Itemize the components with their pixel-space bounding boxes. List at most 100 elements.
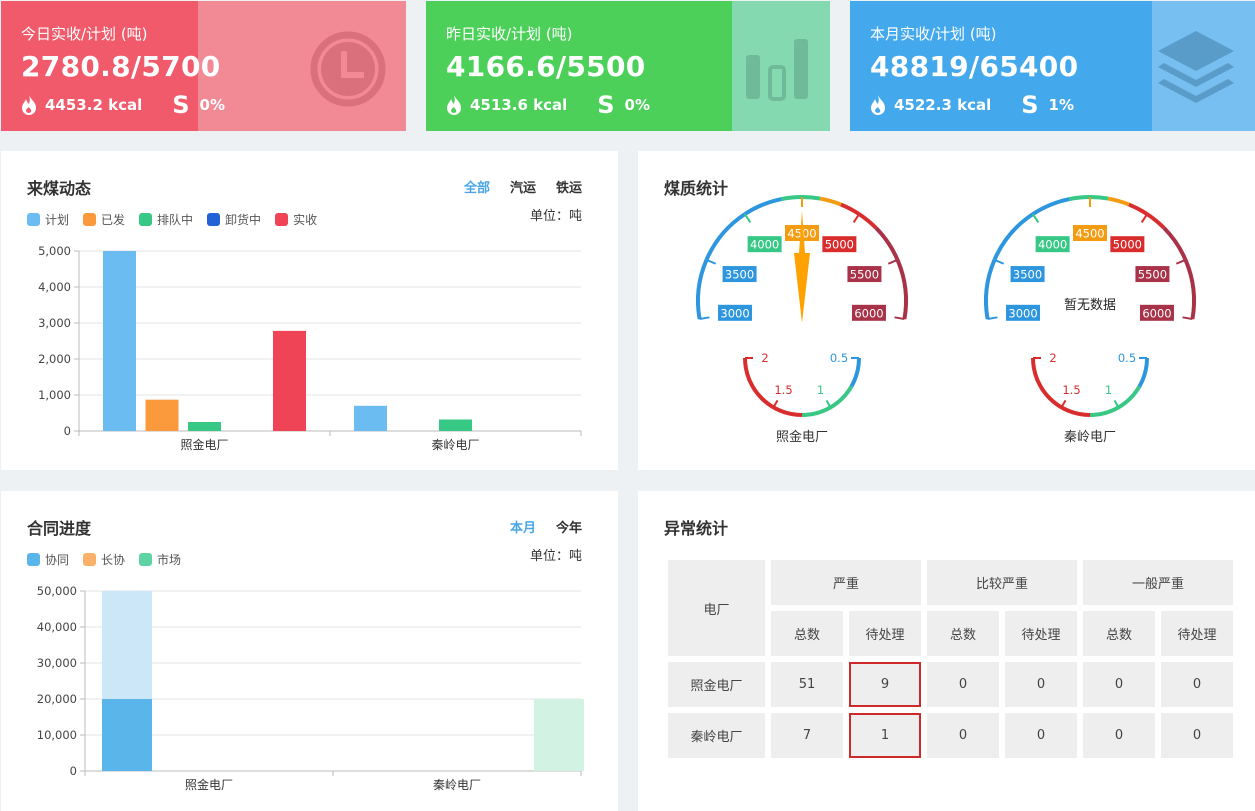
cell-fairly-pending: 0: [1005, 713, 1077, 758]
gauge-tick: [706, 258, 717, 265]
stat-caption: 今日实收/计划 (吨): [21, 25, 148, 43]
flame-icon: [22, 95, 36, 115]
cell-severe-total: 51: [771, 662, 843, 707]
gauge-arc: [840, 202, 861, 216]
bar[interactable]: [103, 251, 136, 431]
stat-card-overlay: [732, 1, 830, 131]
bar[interactable]: [188, 422, 221, 431]
coal-dynamic-chart: 0 1,000 2,000 3,000 4,000 5,000 照金电厂 秦岭电厂: [38, 244, 582, 452]
y-tick-label: 30,000: [37, 656, 77, 670]
gauge-arc: [1128, 202, 1149, 216]
x-tick-label: 照金电厂: [180, 437, 228, 452]
stat-s-label: S: [597, 91, 615, 119]
gauge-arc: [1107, 196, 1130, 207]
gauge-arc: [1146, 212, 1166, 230]
stat-kcal: 4522.3 kcal: [894, 96, 992, 114]
header-pending: 待处理: [1005, 611, 1077, 656]
y-tick-label: 40,000: [37, 620, 77, 634]
flame-icon: [447, 95, 461, 115]
header-pending: 待处理: [849, 611, 921, 656]
y-tick-label: 1,000: [38, 388, 71, 402]
row-plant: 照金电厂: [668, 662, 765, 707]
gauge-no-data: 暂无数据: [1064, 298, 1116, 313]
clock-icon: [310, 31, 386, 107]
gauge-name: 秦岭电厂: [1064, 430, 1116, 445]
gauge-tick-label: 3000: [720, 306, 749, 320]
coal-dynamic-panel: 来煤动态 全部 汽运 铁运 单位：吨 计划 已发 排队中 卸货中 实收 0 1,000 2,…: [1, 151, 618, 470]
header-group-fairly-severe: 比较严重: [927, 560, 1077, 605]
gauge-tick-label: 5500: [1138, 268, 1167, 282]
stat-pct: 1%: [1048, 96, 1075, 114]
table-row: 照金电厂 51 9 0 0 0 0: [668, 662, 1233, 707]
table-row: 秦岭电厂 7 1 0 0 0 0: [668, 713, 1233, 758]
y-tick-label: 4,000: [38, 280, 71, 294]
gauge-arc: [704, 212, 746, 261]
cell-fairly-total: 0: [927, 713, 999, 758]
gauge-tick-label: 3500: [725, 268, 754, 282]
gauge-tick: [1140, 213, 1148, 224]
gauge-tick-label: 4000: [1038, 238, 1067, 252]
bar[interactable]: [354, 405, 387, 431]
gauge-tick-label: 5000: [1113, 238, 1142, 252]
stat-pct: 0%: [199, 96, 226, 114]
stat-kcal: 4513.6 kcal: [470, 96, 568, 114]
gauge-tick-label: 0.5: [1118, 351, 1136, 365]
coal-quality-panel: 煤质统计 300035004000450050005500600021.510.…: [638, 151, 1255, 470]
stat-value: 4166.6/5500: [446, 50, 646, 83]
header-total: 总数: [1083, 611, 1155, 656]
x-tick-label: 秦岭电厂: [433, 778, 481, 792]
gauge-tick-label: 3500: [1013, 268, 1042, 282]
x-tick-label: 照金电厂: [185, 777, 233, 792]
cell-severe-pending[interactable]: 9: [849, 662, 921, 707]
cell-fairly-total: 0: [927, 662, 999, 707]
stat-kcal: 4453.2 kcal: [45, 96, 143, 114]
stat-caption: 本月实收/计划 (吨): [870, 25, 997, 43]
gauge-arc: [984, 259, 997, 320]
y-tick-label: 5,000: [38, 244, 71, 258]
stat-card-overlay: [1152, 1, 1255, 131]
gauge-name: 照金电厂: [776, 429, 828, 445]
stat-value: 48819/65400: [870, 50, 1079, 83]
contract-panel: 合同进度 本月 今年 单位：吨 协同 长协 市场 0 10,000 20,000 30,0…: [1, 491, 618, 811]
y-tick-label: 50,000: [37, 584, 77, 598]
gauge-tick-label: 6000: [854, 306, 883, 320]
row-plant: 秦岭电厂: [668, 713, 765, 758]
gauge-tick: [994, 258, 1005, 265]
gauge-arc: [1137, 357, 1149, 388]
gauge-arc: [1162, 226, 1188, 261]
y-tick-label: 10,000: [37, 728, 77, 742]
gauge-arc: [696, 259, 709, 320]
cell-severe-pending[interactable]: 1: [849, 713, 921, 758]
flame-icon: [871, 95, 885, 115]
y-tick-label: 0: [70, 764, 77, 778]
gauge-arc: [819, 196, 842, 207]
plan-bar[interactable]: [534, 699, 584, 771]
cell-fairly-pending: 0: [1005, 662, 1077, 707]
cell-general-pending: 0: [1161, 713, 1233, 758]
stat-card-yesterday: 昨日实收/计划 (吨) 4166.6/5500 4513.6 kcal S 0%: [426, 1, 830, 131]
gauge-arc: [1089, 195, 1109, 201]
bar[interactable]: [273, 330, 306, 431]
bar[interactable]: [102, 699, 152, 771]
gauge-tick-label: 1: [817, 383, 824, 397]
y-tick-label: 3,000: [38, 316, 71, 330]
bar[interactable]: [439, 419, 472, 431]
panel-title: 异常统计: [664, 519, 729, 538]
gauge-tick: [772, 399, 779, 408]
gauge-tick-label: 5500: [850, 268, 879, 282]
gauge-arc: [858, 212, 878, 230]
x-tick-label: 秦岭电厂: [431, 438, 479, 452]
stat-card-today: 今日实收/计划 (吨) 2780.8/5700 4453.2 kcal S 0%: [1, 1, 406, 131]
bar-chart-icon: [746, 39, 808, 101]
gauge-arc: [801, 195, 821, 201]
cell-severe-total: 7: [771, 713, 843, 758]
header-pending: 待处理: [1161, 611, 1233, 656]
bar[interactable]: [145, 399, 179, 431]
gauge-needle: [794, 253, 810, 323]
gauge-tick-label: 4000: [750, 238, 779, 252]
gauge-tick: [852, 213, 860, 224]
gauge-tick-label: 2: [761, 351, 768, 365]
gauge-tick-label: 1: [1105, 383, 1112, 397]
gauge: 3000 3500 4000 4500 5000 5500 6000 2 1.5 1 0.5 暂无数据…: [984, 195, 1196, 445]
gauge-arc: [895, 259, 908, 320]
